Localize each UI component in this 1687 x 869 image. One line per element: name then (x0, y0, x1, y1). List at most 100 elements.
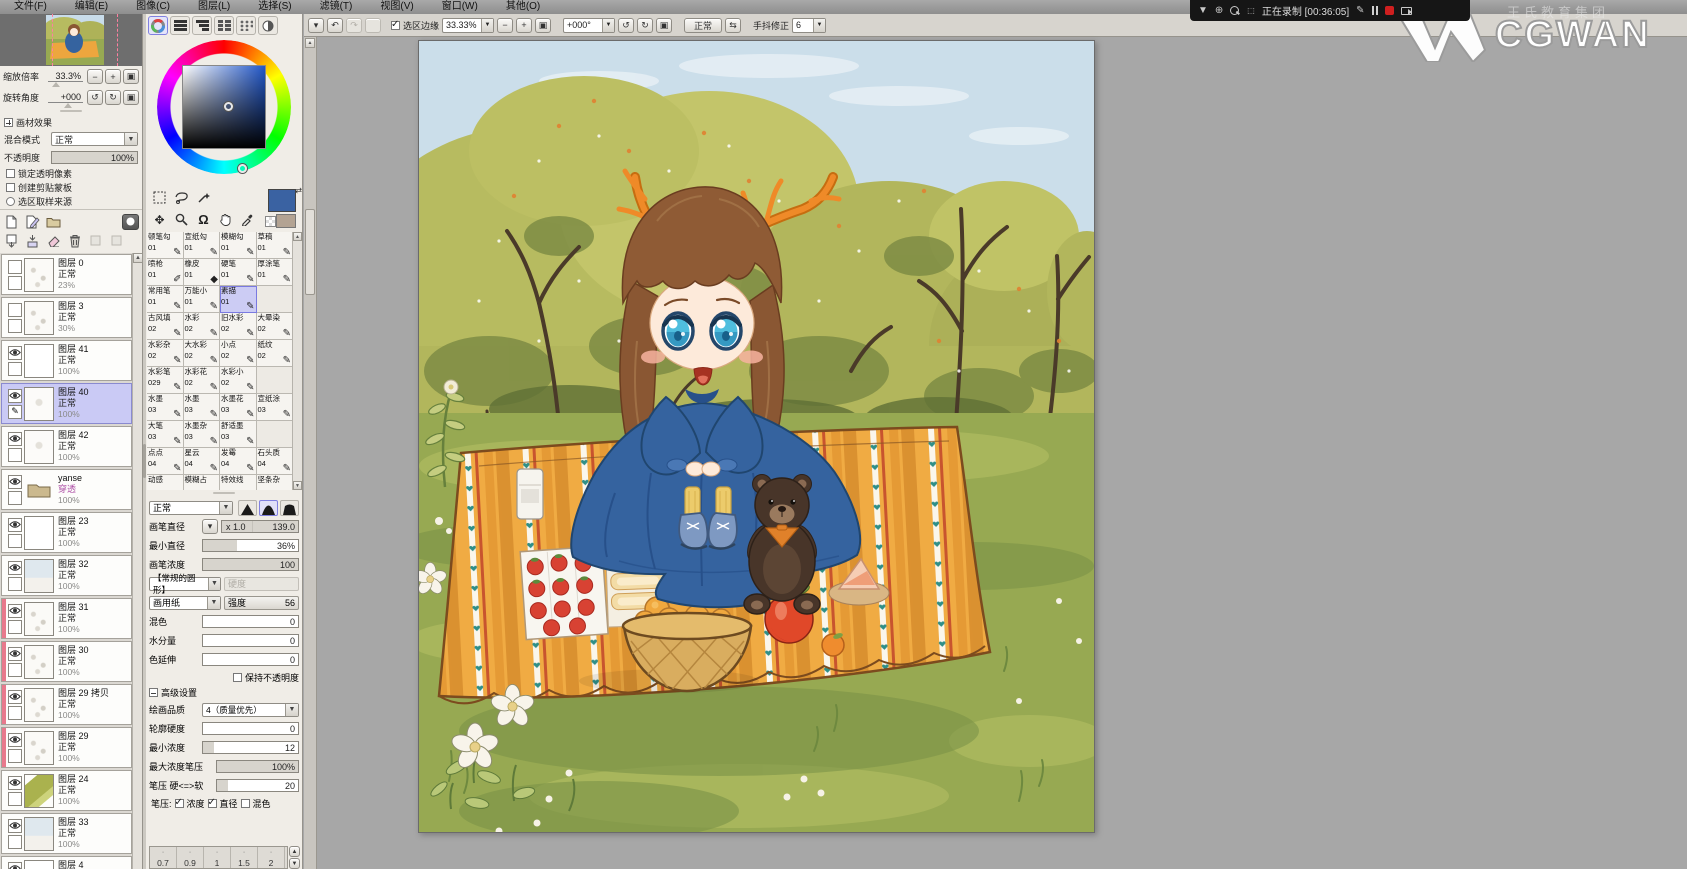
advanced-settings-header[interactable]: 高级设置 (149, 685, 299, 700)
brush-item[interactable]: 水墨 03 ✎ (147, 394, 184, 421)
layer-draw-toggle[interactable] (8, 662, 22, 677)
scroll-up-icon[interactable]: ▲ (293, 232, 302, 241)
transfer-down-button[interactable] (3, 233, 20, 249)
undo-button[interactable]: ↶ (327, 17, 343, 33)
layer-draw-toggle[interactable] (8, 791, 22, 806)
workspace-scrollbar[interactable]: ▲ (304, 37, 317, 869)
scroll-up-icon[interactable]: ▲ (133, 253, 143, 263)
brush-item[interactable]: 大水彩 02 ✎ (183, 340, 220, 367)
layer-draw-toggle[interactable] (8, 705, 22, 720)
magic-wand-tool[interactable] (194, 188, 213, 207)
eyedropper-tool[interactable] (238, 210, 257, 229)
brush-item[interactable]: 点点 04 ✎ (147, 448, 184, 475)
clear-layer-button[interactable] (45, 233, 62, 249)
layer-visibility-toggle[interactable] (8, 775, 22, 790)
opacity-slider[interactable]: 100% (51, 150, 138, 164)
brush-item[interactable]: 星云 04 ✎ (183, 448, 220, 475)
quality-select[interactable]: 4（质量优先） ▼ (202, 702, 299, 717)
layer-draw-toggle[interactable] (8, 361, 22, 376)
tab-swatches[interactable] (214, 16, 234, 35)
rect-select-tool[interactable] (150, 188, 169, 207)
layer-visibility-toggle[interactable] (8, 689, 22, 704)
max-density-slider[interactable]: 100% (216, 760, 299, 773)
pressure-density-checkbox[interactable] (174, 797, 184, 808)
menu-item[interactable]: 文件(F) (0, 0, 61, 14)
tab-color-wheel[interactable] (148, 16, 168, 35)
brush-item[interactable]: 大笔 03 ✎ (147, 421, 184, 448)
menu-item[interactable]: 视图(V) (366, 0, 427, 14)
brush-item[interactable]: 旧水彩 02 ✎ (220, 313, 257, 340)
toolbar-menu-button[interactable]: ▾ (308, 17, 324, 33)
new-layer-button[interactable] (3, 214, 20, 230)
swap-colors-icon[interactable]: ⇄ (295, 186, 302, 195)
brush-item[interactable]: 发霉 04 ✎ (220, 448, 257, 475)
layer-visibility-toggle[interactable] (8, 646, 22, 661)
pressure-diameter-checkbox[interactable] (207, 797, 217, 808)
new-linework-layer-button[interactable] (24, 214, 41, 230)
layer-row[interactable]: 图层 4正常100% (1, 856, 132, 869)
layer-draw-toggle[interactable] (8, 318, 22, 333)
navigator-preview[interactable] (0, 14, 142, 66)
menu-item[interactable]: 图像(C) (122, 0, 184, 14)
lasso-tool[interactable] (172, 188, 191, 207)
scrollbar-handle[interactable] (305, 209, 315, 295)
layer-visibility-toggle[interactable] (8, 560, 22, 575)
layer-draw-toggle[interactable] (8, 533, 22, 548)
brush-item[interactable]: 素描 01 ✎ (220, 286, 257, 313)
zoom-out-button[interactable]: − (497, 17, 514, 33)
brush-item[interactable]: 厚涂笔 01 ✎ (256, 259, 293, 286)
size-preset[interactable]: · 0.7 (150, 847, 177, 868)
brush-item[interactable]: 草稿 01 ✎ (256, 232, 293, 259)
flip-view-button[interactable]: ⇆ (725, 17, 742, 33)
selection-edge-checkbox[interactable] (391, 19, 400, 30)
menu-item[interactable]: 滤镜(T) (306, 0, 367, 14)
primary-color-swatch[interactable] (268, 189, 296, 212)
layer-visibility-toggle[interactable] (8, 732, 22, 747)
layer-row[interactable]: 图层 29 拷贝 正常 100% (1, 684, 132, 725)
layer-visibility-toggle[interactable] (8, 603, 22, 618)
layer-row[interactable]: 图层 41 正常 100% (1, 340, 132, 381)
brush-shape-select[interactable]: 【常规的圆形】 ▼ (149, 573, 221, 595)
brush-item[interactable]: 纸纹 02 ✎ (256, 340, 293, 367)
layer-draw-toggle[interactable] (8, 447, 22, 462)
tab-color-mixer[interactable] (258, 16, 278, 35)
camera-icon[interactable] (1400, 6, 1412, 15)
layer-visibility-toggle[interactable] (8, 259, 22, 274)
brush-scrollbar[interactable]: ▲ ▼ (292, 232, 302, 490)
hand-tool[interactable] (216, 210, 235, 229)
brush-item[interactable]: 喷枪 01 ✐ (147, 259, 184, 286)
stabilizer-select[interactable]: 6 ▼ (792, 17, 827, 33)
texture-strength-button[interactable]: 强度 56 (224, 595, 299, 610)
menu-item[interactable]: 编辑(E) (61, 0, 122, 14)
layer-draw-toggle[interactable] (8, 490, 22, 505)
menu-item[interactable]: 窗口(W) (428, 0, 492, 14)
layer-draw-toggle[interactable] (8, 619, 22, 634)
size-preset[interactable]: · 1.5 (231, 847, 258, 868)
layer-row[interactable]: 图层 32 正常 100% (1, 555, 132, 596)
moisture-slider[interactable]: 0 (202, 634, 299, 647)
navigator-view-frame[interactable] (52, 14, 118, 66)
rotate-cw-button[interactable]: ↻ (105, 90, 121, 105)
brush-item[interactable]: 水彩花 02 ✎ (183, 367, 220, 394)
layer-visibility-toggle[interactable] (8, 302, 22, 317)
layer-row[interactable]: yanse 穿透 100% (1, 469, 132, 510)
diameter-unit-button[interactable]: ▾ (202, 519, 218, 534)
hue-cursor[interactable] (238, 164, 247, 173)
min-density-slider[interactable]: 12 (202, 741, 299, 754)
size-preset[interactable]: · 2 (258, 847, 285, 868)
scroll-up-icon[interactable]: ▲ (305, 38, 315, 48)
pencil-icon[interactable]: ✎ (1356, 0, 1364, 21)
rotation-value[interactable]: +000 (47, 92, 83, 108)
region-select-icon[interactable]: ⬚ (1247, 0, 1255, 21)
layer-draw-toggle[interactable] (8, 576, 22, 591)
preset-up-button[interactable]: ▲ (289, 846, 300, 857)
density-slider[interactable]: 100 (202, 558, 299, 571)
size-preset[interactable]: · 0.9 (177, 847, 204, 868)
collapse-icon[interactable] (149, 688, 158, 697)
layer-draw-toggle[interactable]: ✎ (8, 404, 22, 419)
brush-item[interactable]: 宣纸勾 01 ✎ (183, 232, 220, 259)
merge-down-button[interactable] (24, 233, 41, 249)
zoom-select[interactable]: 33.33% ▼ (442, 17, 495, 33)
diameter-slider[interactable]: x 1.0 139.0 (221, 520, 299, 533)
brush-tip-flat[interactable] (280, 499, 299, 516)
